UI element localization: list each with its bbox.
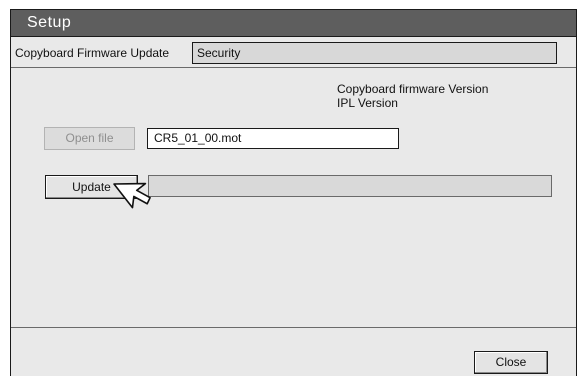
tab-bar: Copyboard Firmware Update Security bbox=[11, 37, 576, 68]
open-file-button[interactable]: Open file bbox=[44, 127, 135, 150]
firmware-version-label: Copyboard firmware Version bbox=[337, 82, 489, 96]
close-button[interactable]: Close bbox=[474, 351, 548, 374]
arrow-pointer-icon bbox=[113, 182, 151, 209]
tab-copyboard-firmware-update[interactable]: Copyboard Firmware Update bbox=[11, 42, 192, 64]
footer-divider bbox=[11, 327, 576, 328]
filename-field[interactable]: CR5_01_00.mot bbox=[147, 128, 399, 149]
window-title: Setup bbox=[27, 14, 72, 31]
update-progress-bar bbox=[148, 175, 552, 197]
title-bar: Setup bbox=[11, 10, 576, 37]
tab-security[interactable]: Security bbox=[192, 42, 557, 64]
ipl-version-label: IPL Version bbox=[337, 96, 398, 110]
setup-window: Setup Copyboard Firmware Update Security… bbox=[10, 9, 577, 376]
